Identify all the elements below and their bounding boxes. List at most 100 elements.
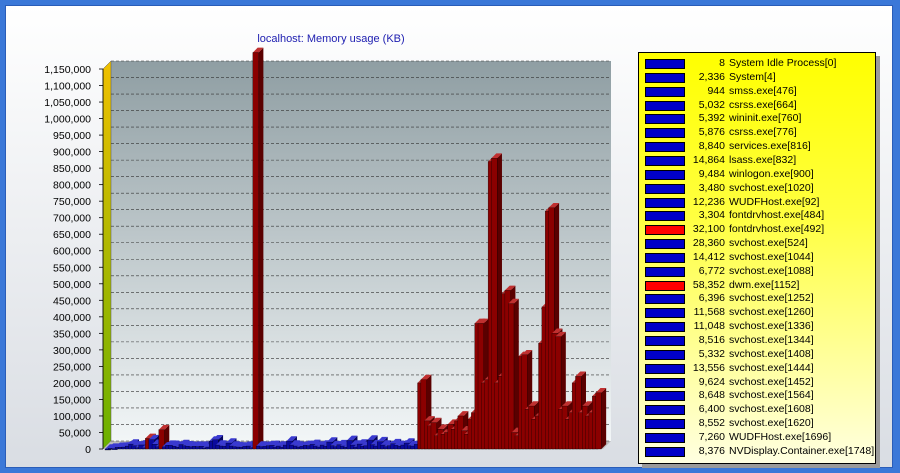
legend-value: 944 (707, 84, 725, 97)
legend-value: 9,484 (698, 167, 725, 180)
legend-swatch (645, 432, 685, 443)
legend-label: svchost.exe[1344] (729, 334, 814, 346)
legend-item: 6,400 svchost.exe[1608] (643, 403, 875, 417)
legend-item: 58,352 dwm.exe[1152] (643, 279, 875, 293)
legend-item: 8,516 svchost.exe[1344] (643, 334, 875, 348)
legend-label: svchost.exe[1336] (729, 320, 814, 333)
y-tick-label: 850,000 (53, 163, 91, 175)
legend-value: 2,336 (698, 70, 725, 83)
y-tick-label: 650,000 (53, 229, 91, 241)
legend-label: svchost.exe[1444] (729, 361, 814, 374)
plot-area (102, 60, 611, 450)
side-wall (102, 60, 112, 450)
legend-swatch (645, 280, 685, 291)
legend-swatch (645, 169, 685, 180)
legend-value: 11,048 (693, 320, 725, 333)
legend-item: 7,260 WUDFHost.exe[1696] (643, 431, 875, 445)
y-tick-label: 200,000 (53, 378, 91, 390)
y-tick-label: 700,000 (53, 213, 91, 225)
legend-item: 28,360 svchost.exe[524] (643, 237, 875, 251)
legend-item: 9,484 winlogon.exe[900] (643, 168, 875, 182)
y-tick-label: 800,000 (53, 180, 91, 192)
legend-label: WUDFHost.exe[92] (729, 195, 820, 208)
bar (252, 47, 264, 450)
legend-swatch (645, 446, 685, 457)
y-tick-label: 750,000 (53, 196, 91, 208)
legend-item: 11,568 svchost.exe[1260] (643, 306, 875, 320)
legend-label: svchost.exe[1088] (729, 264, 814, 277)
legend-value: 8,376 (698, 444, 725, 457)
bar-chart: 0 50,000 100,000 150,000 200,000 250,000 300,0… (44, 47, 611, 456)
legend-value: 9,624 (698, 375, 725, 388)
legend-swatch (645, 349, 685, 360)
legend-swatch (645, 72, 685, 83)
legend-label: svchost.exe[524] (729, 237, 808, 250)
legend-label: winlogon.exe[900] (729, 167, 814, 180)
legend-item: 14,864 lsass.exe[832] (643, 154, 875, 168)
y-tick-label: 1,050,000 (44, 97, 91, 109)
legend-value: 12,236 (692, 195, 725, 208)
legend-swatch (645, 86, 685, 97)
legend-value: 6,772 (698, 264, 725, 277)
chart-frame: localhost: Memory usage (KB) 0 50,000 100,… (5, 5, 893, 468)
legend-label: svchost.exe[1252] (729, 292, 814, 305)
legend-label: svchost.exe[1608] (729, 403, 814, 416)
legend-value: 14,412 (692, 250, 725, 263)
y-tick-label: 100,000 (53, 411, 91, 423)
legend-value: 11,568 (693, 306, 725, 319)
legend-swatch (645, 114, 685, 125)
y-tick-label: 1,150,000 (44, 64, 91, 76)
legend-label: WUDFHost.exe[1696] (729, 430, 832, 443)
legend-label: fontdrvhost.exe[492] (729, 223, 825, 236)
legend-value: 58,352 (692, 278, 725, 291)
legend-label: svchost.exe[1044] (729, 250, 814, 263)
y-tick-label: 0 (85, 444, 91, 456)
legend-item: 8 System Idle Process[0] (643, 57, 875, 71)
legend-label: svchost.exe[1564] (729, 389, 814, 402)
y-tick-label: 550,000 (53, 262, 91, 274)
legend-item: 6,772 svchost.exe[1088] (643, 265, 875, 279)
legend-label: smss.exe[476] (729, 84, 797, 97)
legend-value: 3,304 (698, 209, 725, 222)
legend-value: 3,480 (698, 181, 725, 194)
legend-item: 6,396 svchost.exe[1252] (643, 292, 875, 306)
legend-item: 12,236 WUDFHost.exe[92] (643, 196, 875, 210)
legend-label: lsass.exe[832] (729, 153, 797, 166)
bar (595, 388, 607, 450)
bar (508, 298, 519, 450)
legend-value: 5,032 (698, 98, 725, 111)
y-tick-label: 500,000 (53, 279, 91, 291)
legend-label: svchost.exe[1452] (729, 375, 814, 388)
y-tick-label: 450,000 (53, 295, 91, 307)
legend-swatch (645, 239, 685, 250)
y-tick-label: 1,100,000 (44, 81, 91, 93)
legend-swatch (645, 308, 685, 319)
legend-swatch (645, 336, 685, 346)
y-tick-label: 300,000 (53, 345, 91, 357)
legend-item: 2,336 System[4] (643, 71, 875, 85)
legend-item: 5,876 csrss.exe[776] (643, 126, 875, 140)
legend: 8 System Idle Process[0] 2,336 System[4] 944… (638, 52, 876, 464)
legend-value: 8,840 (698, 140, 725, 153)
legend-item: 944 smss.exe[476] (643, 85, 875, 99)
legend-item: 32,100 fontdrvhost.exe[492] (643, 223, 875, 237)
legend-item: 11,048 svchost.exe[1336] (643, 320, 875, 334)
legend-swatch (645, 391, 685, 402)
legend-swatch (645, 419, 685, 430)
y-tick-label: 400,000 (53, 312, 91, 324)
legend-label: csrss.exe[664] (729, 98, 797, 111)
y-tick-label: 150,000 (53, 394, 91, 406)
y-axis: 0 50,000 100,000 150,000 200,000 250,000 300,0… (44, 64, 104, 456)
legend-item: 3,480 svchost.exe[1020] (643, 182, 875, 196)
legend-item: 8,376 NVDisplay.Container.exe[1748] (643, 445, 875, 459)
legend-swatch (645, 363, 685, 374)
legend-value: 8 (719, 57, 725, 69)
y-tick-label: 250,000 (53, 361, 91, 373)
legend-swatch (645, 377, 685, 388)
legend-item: 5,392 wininit.exe[760] (643, 112, 875, 126)
legend-swatch (645, 211, 685, 222)
legend-label: dwm.exe[1152] (729, 278, 800, 291)
legend-swatch (645, 225, 685, 236)
legend-item: 8,840 services.exe[816] (643, 140, 875, 154)
legend-swatch (645, 59, 685, 69)
